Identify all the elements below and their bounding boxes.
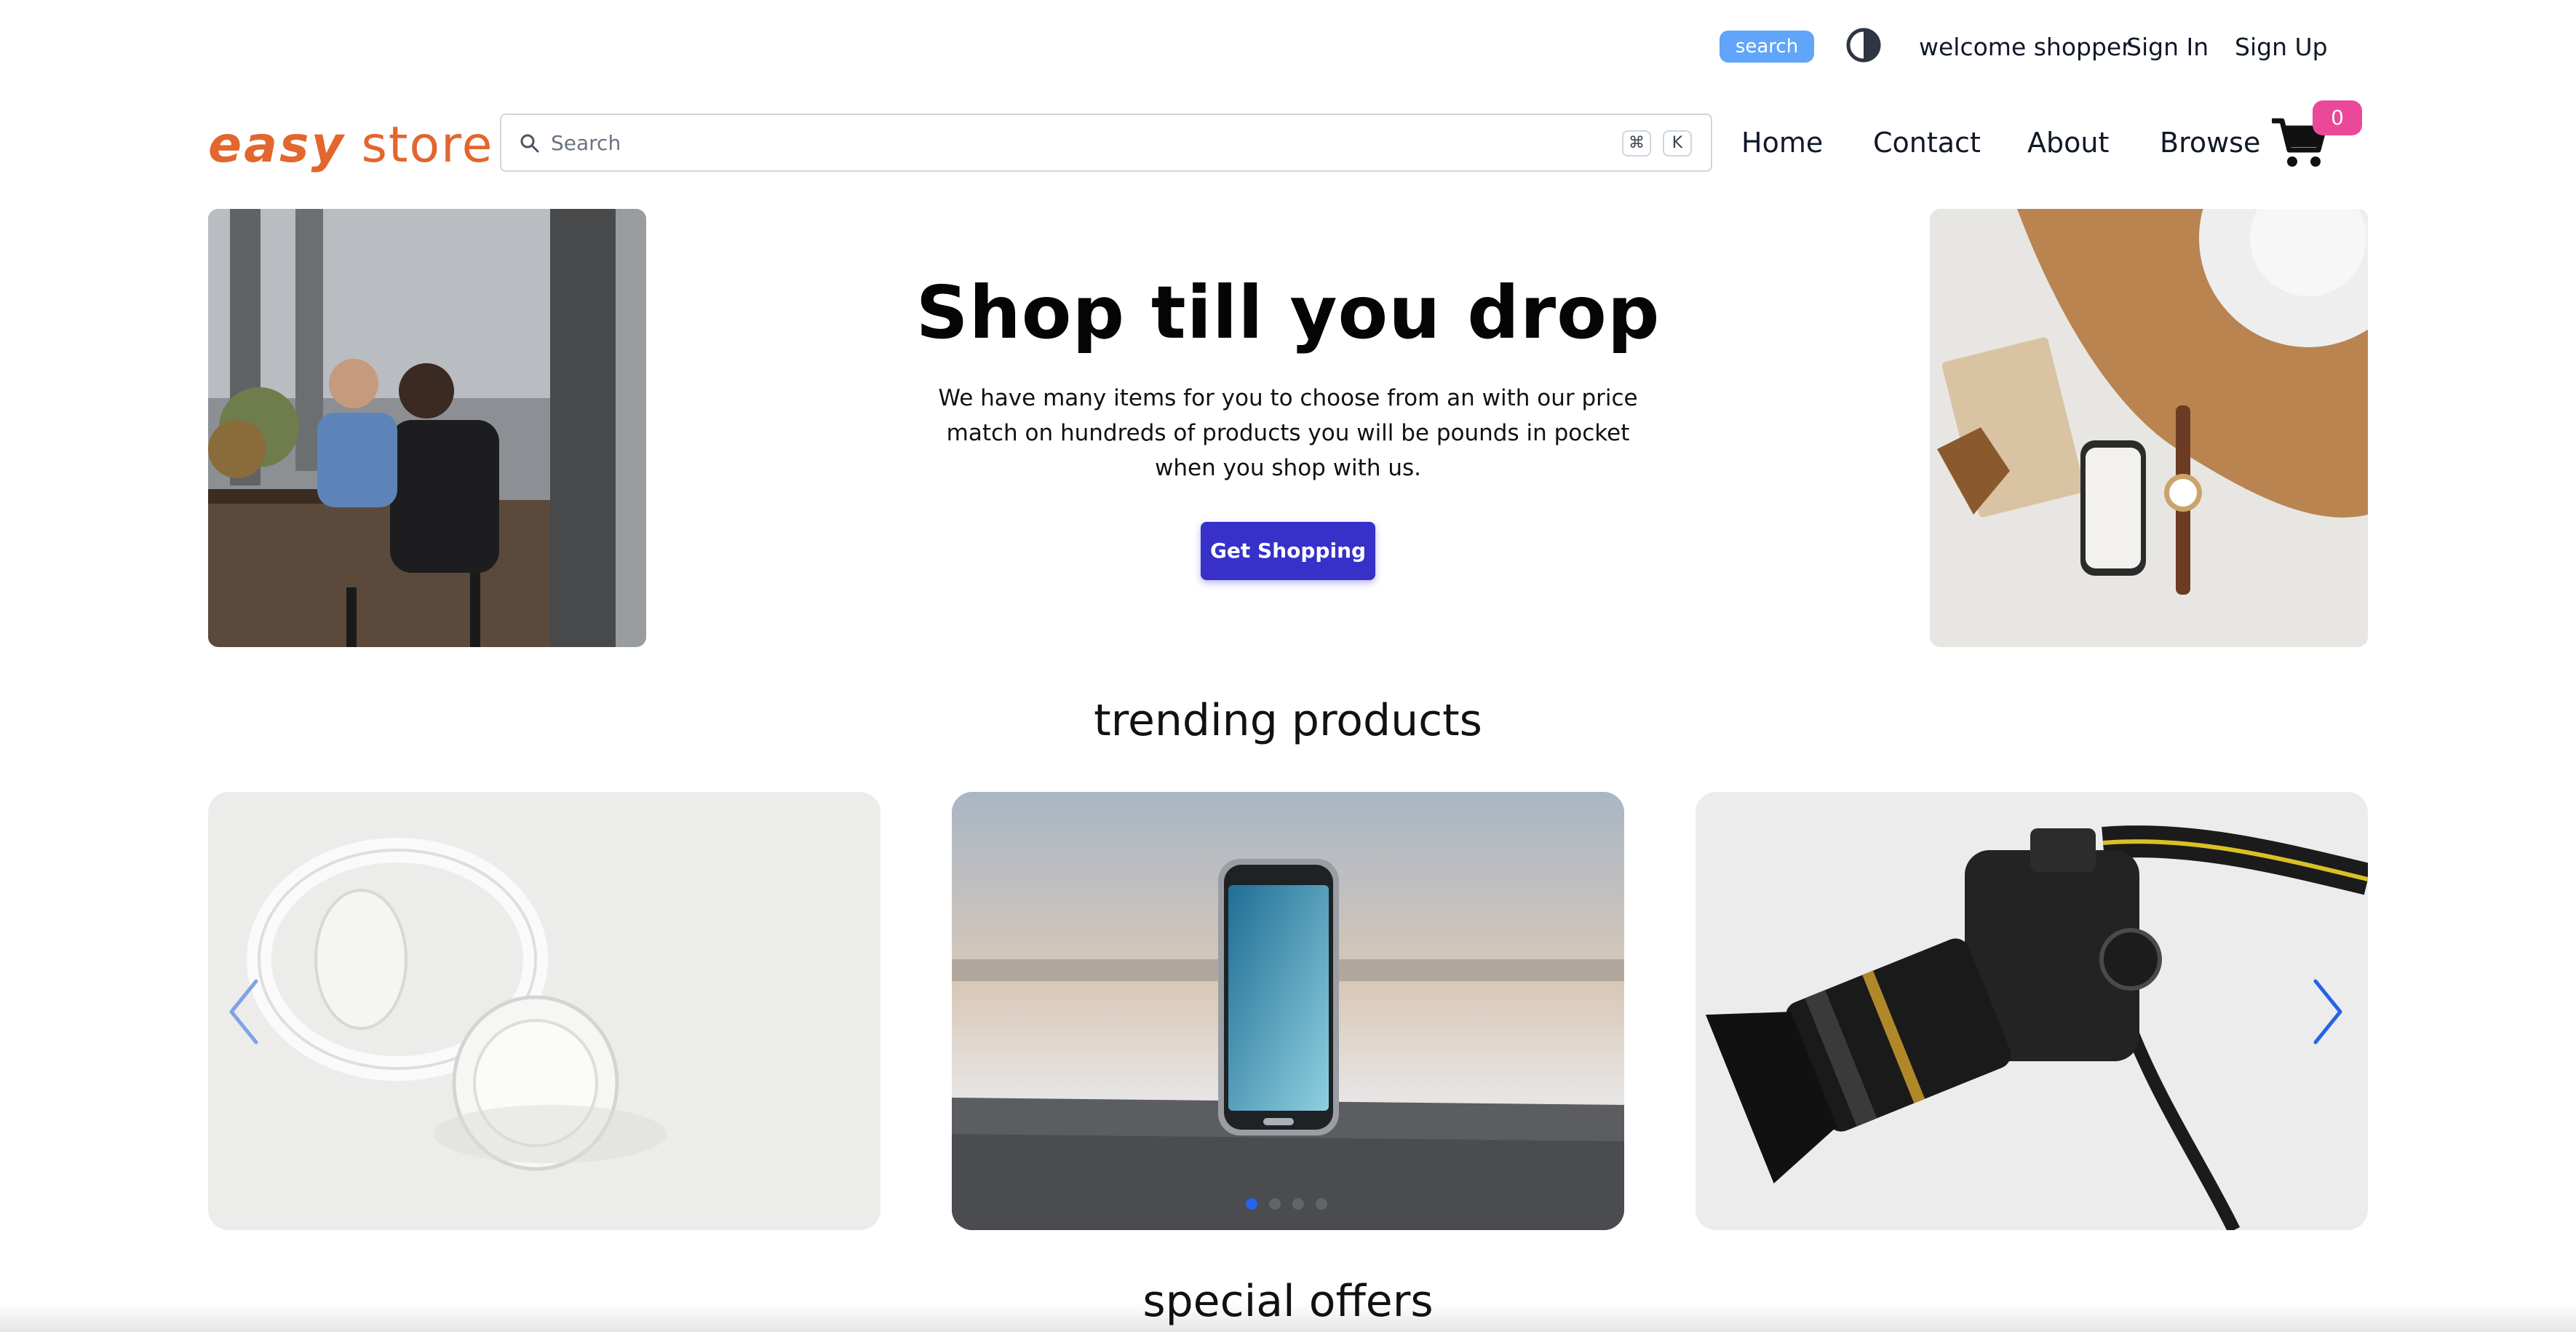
logo[interactable]: easy store xyxy=(208,109,493,182)
chevron-right-icon xyxy=(2313,979,2342,1044)
sign-up-link[interactable]: Sign Up xyxy=(2235,29,2328,66)
search-toggle-button[interactable]: search xyxy=(1720,31,1814,63)
carousel-slide-smartphone[interactable] xyxy=(952,792,1624,1230)
hero-description: We have many items for you to choose fro… xyxy=(938,385,1638,481)
theme-toggle-icon[interactable] xyxy=(1845,26,1883,64)
carousel-dot-1[interactable] xyxy=(1246,1198,1257,1210)
trending-products-heading: trending products xyxy=(1094,695,1482,746)
carousel-slide-camera[interactable] xyxy=(1696,792,2368,1230)
nav-contact-link[interactable]: Contact xyxy=(1873,122,1981,163)
carousel-dot-3[interactable] xyxy=(1292,1198,1304,1210)
shortcut-key-cmd: ⌘ xyxy=(1622,130,1651,156)
logo-regular-text: store xyxy=(361,116,494,174)
logo-bold-text: easy xyxy=(208,116,346,174)
carousel-dot-2[interactable] xyxy=(1269,1198,1281,1210)
nav-about-link[interactable]: About xyxy=(2027,122,2109,163)
search-input[interactable]: Search ⌘ K xyxy=(500,114,1712,172)
get-shopping-button[interactable]: Get Shopping xyxy=(1201,522,1375,580)
hero-title: Shop till you drop xyxy=(915,270,1661,355)
welcome-text: welcome shopper xyxy=(1919,33,2131,61)
hero-image-office xyxy=(208,209,646,647)
carousel-dot-4[interactable] xyxy=(1316,1198,1327,1210)
carousel-next-button[interactable] xyxy=(2307,975,2350,1048)
carousel-slide-headphones[interactable] xyxy=(208,792,880,1230)
shortcut-key-k: K xyxy=(1663,130,1692,156)
page-fold-shadow xyxy=(0,1303,2576,1332)
nav-browse-link[interactable]: Browse xyxy=(2160,122,2260,163)
sign-in-link[interactable]: Sign In xyxy=(2126,29,2209,66)
search-placeholder: Search xyxy=(551,131,621,155)
hero-image-flatlay xyxy=(1930,209,2368,647)
chevron-left-icon xyxy=(229,979,258,1044)
nav-home-link[interactable]: Home xyxy=(1741,122,1823,163)
search-icon xyxy=(519,132,541,154)
cart-count-badge: 0 xyxy=(2313,100,2362,135)
carousel-prev-button[interactable] xyxy=(221,975,265,1048)
